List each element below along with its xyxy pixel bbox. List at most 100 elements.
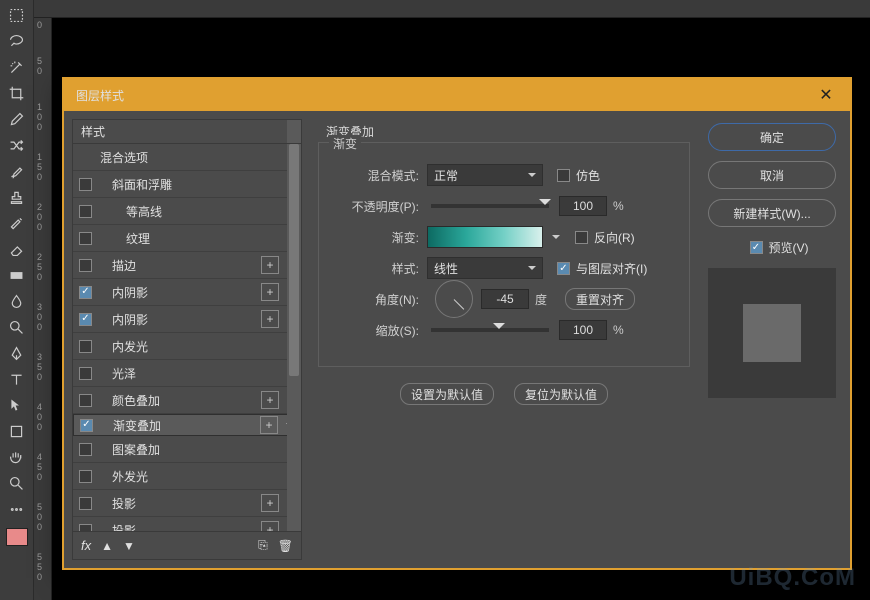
pen-tool-icon[interactable] [4, 340, 30, 366]
style-checkbox[interactable] [79, 259, 92, 272]
type-tool-icon[interactable] [4, 366, 30, 392]
fx-icon[interactable]: fx [81, 538, 91, 553]
styles-header[interactable]: 样式 [73, 120, 301, 144]
preview-box [708, 268, 836, 398]
arrow-down-icon[interactable]: ▼ [123, 539, 135, 553]
style-row-14[interactable]: 投影+ [73, 517, 301, 531]
gradient-picker[interactable] [427, 226, 543, 248]
shape-tool-icon[interactable] [4, 418, 30, 444]
zoom-tool-icon[interactable] [4, 314, 30, 340]
style-row-13[interactable]: 投影+ [73, 490, 301, 517]
style-row-5[interactable]: 内阴影+ [73, 279, 301, 306]
add-effect-icon[interactable]: + [261, 310, 279, 328]
style-row-10[interactable]: 渐变叠加+ [73, 414, 301, 436]
scale-slider[interactable] [431, 328, 549, 332]
style-checkbox[interactable] [79, 232, 92, 245]
reset-default-button[interactable]: 复位为默认值 [514, 383, 608, 405]
close-icon[interactable]: ✕ [814, 83, 838, 107]
healing-tool-icon[interactable] [4, 210, 30, 236]
scrollbar[interactable] [287, 144, 301, 531]
crop-tool-icon[interactable] [4, 80, 30, 106]
style-checkbox[interactable] [79, 286, 92, 299]
cancel-button[interactable]: 取消 [708, 161, 836, 189]
style-checkbox[interactable] [79, 497, 92, 510]
zoom2-tool-icon[interactable] [4, 470, 30, 496]
angle-dial[interactable] [435, 280, 473, 318]
add-effect-icon[interactable]: + [261, 283, 279, 301]
arrow-up-icon[interactable]: ▲ [101, 539, 113, 553]
preview-swatch [743, 304, 801, 362]
eraser-tool-icon[interactable] [4, 236, 30, 262]
scrollbar[interactable] [287, 120, 301, 143]
style-row-11[interactable]: 图案叠加 [73, 436, 301, 463]
gradient-overlay-panel: 渐变叠加 渐变 混合模式: 正常 仿色 不透明度(P): 100 % 渐变: [302, 119, 702, 560]
preview-checkbox[interactable] [750, 241, 763, 254]
opacity-input[interactable]: 100 [559, 196, 607, 216]
ruler-tick: 5 0 0 [37, 502, 42, 532]
scale-input[interactable]: 100 [559, 320, 607, 340]
style-checkbox[interactable] [79, 524, 92, 532]
opacity-slider[interactable] [431, 204, 549, 208]
ruler-tick: 3 0 0 [37, 302, 42, 332]
ok-button[interactable]: 确定 [708, 123, 836, 151]
style-row-9[interactable]: 颜色叠加+ [73, 387, 301, 414]
move-tool-icon[interactable] [4, 392, 30, 418]
style-row-7[interactable]: 内发光 [73, 333, 301, 360]
blur-tool-icon[interactable] [4, 288, 30, 314]
brush-tool-icon[interactable] [4, 158, 30, 184]
style-row-3[interactable]: 纹理 [73, 225, 301, 252]
dither-checkbox[interactable] [557, 169, 570, 182]
shuffle-tool-icon[interactable] [4, 132, 30, 158]
style-checkbox[interactable] [79, 178, 92, 191]
style-row-8[interactable]: 光泽 [73, 360, 301, 387]
hand-tool-icon[interactable] [4, 444, 30, 470]
foreground-color-swatch[interactable] [6, 528, 28, 546]
style-label: 颜色叠加 [100, 392, 261, 409]
add-effect-icon[interactable]: + [260, 416, 278, 434]
blend-mode-label: 混合模式: [333, 167, 419, 184]
style-checkbox[interactable] [79, 394, 92, 407]
style-checkbox[interactable] [80, 419, 93, 432]
gradient-tool-icon[interactable] [4, 262, 30, 288]
add-effect-icon[interactable]: + [261, 256, 279, 274]
style-checkbox[interactable] [79, 205, 92, 218]
style-row-12[interactable]: 外发光 [73, 463, 301, 490]
tools-toolbar [0, 0, 34, 600]
style-checkbox[interactable] [79, 340, 92, 353]
style-row-4[interactable]: 描边+ [73, 252, 301, 279]
style-select[interactable]: 线性 [427, 257, 543, 279]
align-checkbox[interactable] [557, 262, 570, 275]
stamp-tool-icon[interactable] [4, 184, 30, 210]
style-checkbox[interactable] [79, 367, 92, 380]
set-default-button[interactable]: 设置为默认值 [400, 383, 494, 405]
gradient-label: 渐变: [333, 229, 419, 246]
styles-footer: fx ▲ ▼ ⎘ 🗑 [73, 531, 301, 559]
add-effect-icon[interactable]: + [261, 521, 279, 531]
new-style-button[interactable]: 新建样式(W)... [708, 199, 836, 227]
blend-mode-select[interactable]: 正常 [427, 164, 543, 186]
style-row-0[interactable]: 混合选项 [73, 144, 301, 171]
more-tool-icon[interactable] [4, 496, 30, 522]
style-checkbox[interactable] [79, 443, 92, 456]
style-checkbox[interactable] [79, 313, 92, 326]
copy-icon[interactable]: ⎘ [258, 538, 268, 553]
style-row-1[interactable]: 斜面和浮雕 [73, 171, 301, 198]
style-checkbox[interactable] [79, 470, 92, 483]
style-row-6[interactable]: 内阴影+ [73, 306, 301, 333]
lasso-tool-icon[interactable] [4, 28, 30, 54]
trash-icon[interactable]: 🗑 [278, 539, 293, 553]
style-row-2[interactable]: 等高线 [73, 198, 301, 225]
magic-wand-tool-icon[interactable] [4, 54, 30, 80]
scrollbar-thumb[interactable] [289, 144, 299, 376]
reset-align-button[interactable]: 重置对齐 [565, 288, 635, 310]
dialog-actions: 确定 取消 新建样式(W)... 预览(V) [702, 119, 842, 560]
add-effect-icon[interactable]: + [261, 391, 279, 409]
reverse-checkbox[interactable] [575, 231, 588, 244]
eyedropper-tool-icon[interactable] [4, 106, 30, 132]
marquee-tool-icon[interactable] [4, 2, 30, 28]
add-effect-icon[interactable]: + [261, 494, 279, 512]
scale-unit: % [613, 323, 624, 337]
dialog-titlebar[interactable]: 图层样式 ✕ [64, 79, 850, 111]
style-label: 描边 [100, 257, 261, 274]
angle-input[interactable]: -45 [481, 289, 529, 309]
